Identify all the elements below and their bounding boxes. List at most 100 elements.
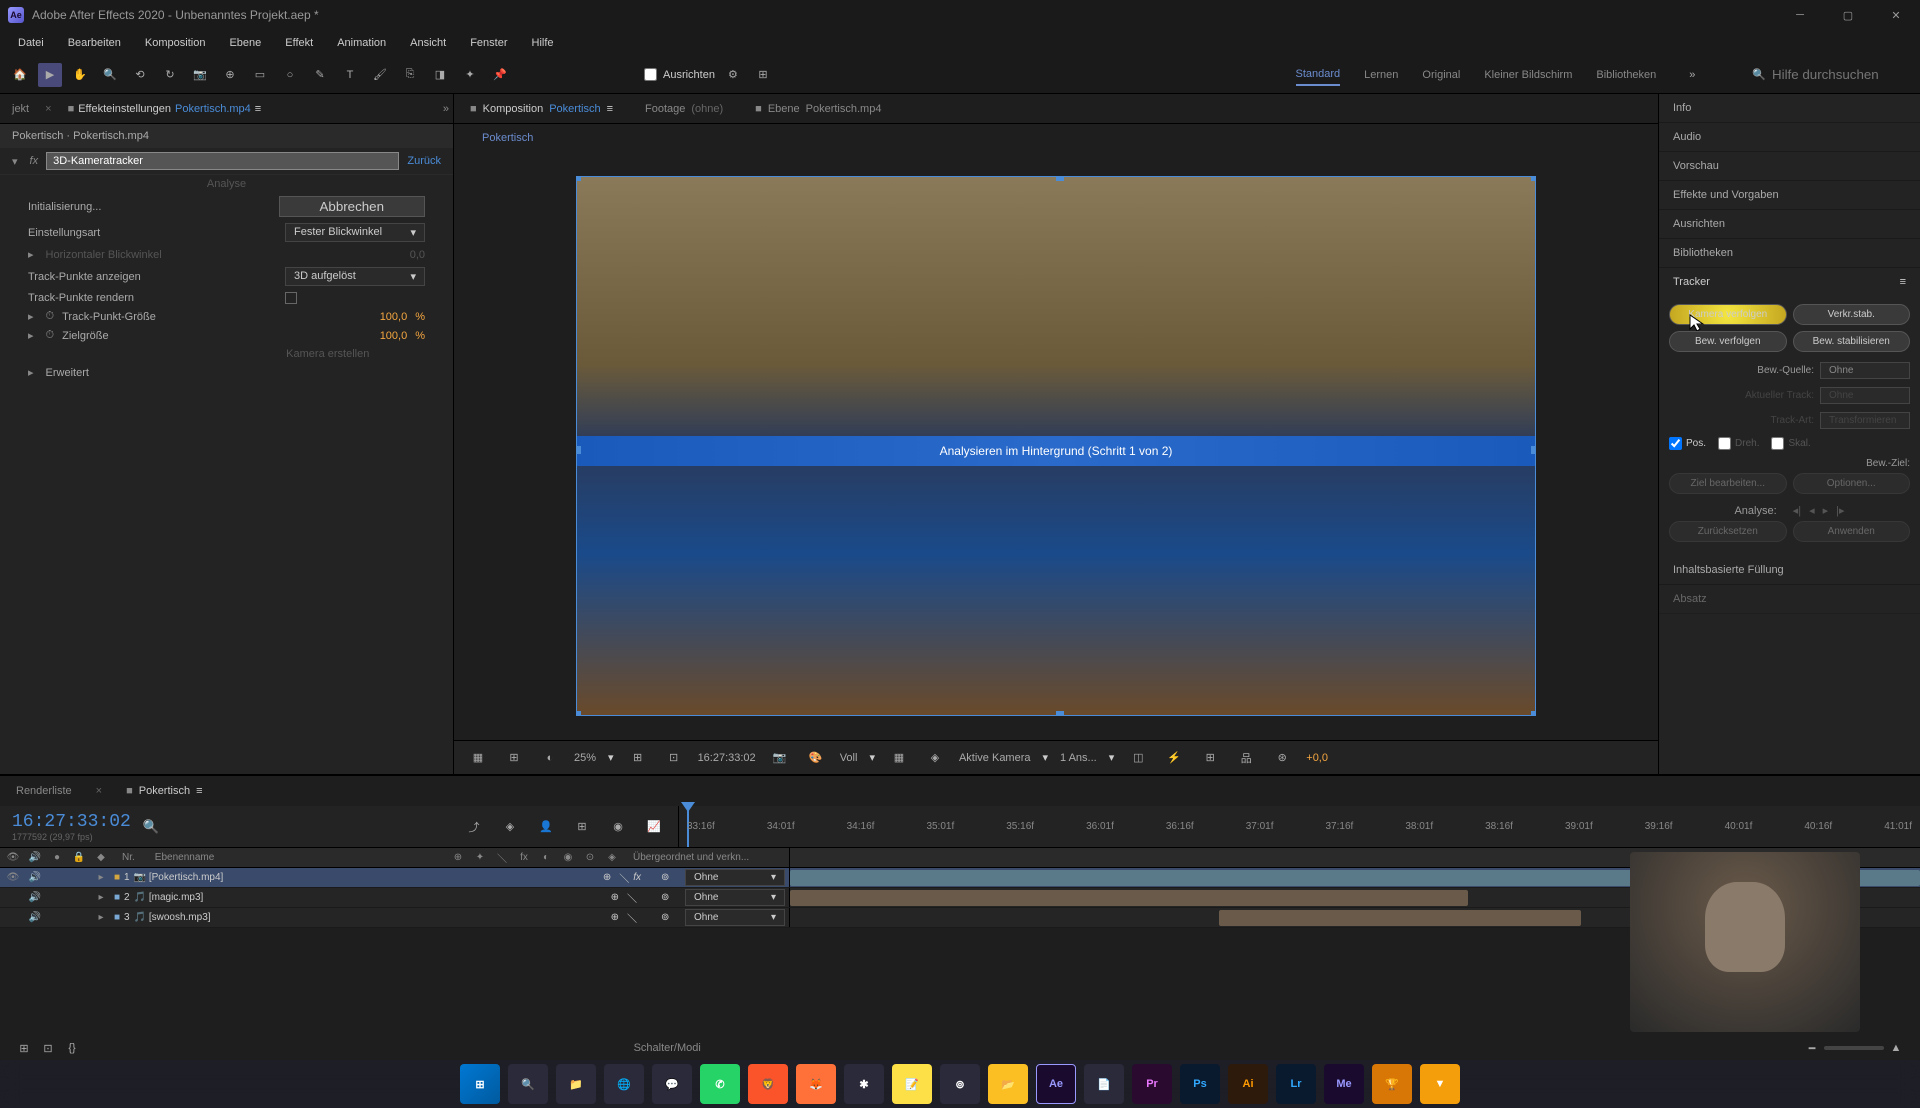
rect-tool[interactable]: ▭ <box>248 63 272 87</box>
tab-close-icon[interactable]: × <box>45 103 51 115</box>
pan-behind-tool[interactable]: ⊕ <box>218 63 242 87</box>
layer-3-audio[interactable]: 🔊 <box>26 912 44 923</box>
layer-2-audio[interactable]: 🔊 <box>26 892 44 903</box>
analyse-back-icon[interactable]: ◂ <box>1809 504 1815 517</box>
text-tool[interactable]: T <box>338 63 362 87</box>
maximize-button[interactable]: ▢ <box>1832 5 1864 25</box>
menu-animation[interactable]: Animation <box>327 33 396 53</box>
orbit-tool[interactable]: ⟲ <box>128 63 152 87</box>
expand-zielgroesse-icon[interactable]: ▸ <box>28 329 34 342</box>
stabilize-motion-button[interactable]: Bew. stabilisieren <box>1793 331 1911 352</box>
camera-dropdown-icon[interactable]: ▾ <box>1043 751 1049 764</box>
effect-name-field[interactable]: 3D-Kameratracker <box>46 152 399 170</box>
ai-taskbar-icon[interactable]: Ai <box>1228 1064 1268 1104</box>
menu-effekt[interactable]: Effekt <box>275 33 323 53</box>
fast-preview-icon[interactable]: ⚡ <box>1162 746 1186 770</box>
hand-tool[interactable]: ✋ <box>68 63 92 87</box>
time-ruler[interactable]: 33:16f 34:01f 34:16f 35:01f 35:16f 36:01… <box>679 806 1920 847</box>
expand-erweitert-icon[interactable]: ▸ <box>28 366 34 379</box>
layer-3-name[interactable]: 🎵 [swoosh.mp3] <box>134 912 607 923</box>
reset-link[interactable]: Zurück <box>407 155 441 167</box>
analyse-forward-icon[interactable]: ▸ <box>1823 504 1829 517</box>
workspace-kleiner[interactable]: Kleiner Bildschirm <box>1484 65 1572 85</box>
firefox-taskbar-icon[interactable]: 🦊 <box>796 1064 836 1104</box>
frame-blend-icon[interactable]: ⊞ <box>570 815 594 839</box>
paragraph-panel[interactable]: Absatz <box>1659 585 1920 614</box>
pen-tool[interactable]: ✎ <box>308 63 332 87</box>
help-search-input[interactable] <box>1772 67 1912 82</box>
layer-1-audio[interactable]: 🔊 <box>26 872 44 883</box>
exposure-reset-icon[interactable]: ⊛ <box>1270 746 1294 770</box>
roto-tool[interactable]: ✦ <box>458 63 482 87</box>
clone-tool[interactable]: ⎘ <box>398 63 422 87</box>
comp-mini-flowchart-icon[interactable]: ⤴ <box>462 815 486 839</box>
trackpunkt-groesse-value[interactable]: 100,0 <box>380 311 408 323</box>
transparency-icon[interactable]: ▦ <box>887 746 911 770</box>
ellipse-tool[interactable]: ○ <box>278 63 302 87</box>
zoom-out-icon[interactable]: ━ <box>1800 1036 1824 1060</box>
draft-3d-icon[interactable]: ◈ <box>498 815 522 839</box>
resolution-icon[interactable]: ⊞ <box>502 746 526 770</box>
analyse-back-step-icon[interactable]: ◂| <box>1793 504 1801 517</box>
app3-taskbar-icon[interactable]: ▼ <box>1420 1064 1460 1104</box>
workspace-standard[interactable]: Standard <box>1296 64 1341 86</box>
track-camera-button[interactable]: Kamera verfolgen <box>1669 304 1787 325</box>
libraries-panel[interactable]: Bibliotheken <box>1659 239 1920 268</box>
close-button[interactable]: ✕ <box>1880 5 1912 25</box>
timeline-timecode[interactable]: 16:27:33:02 <box>12 812 131 832</box>
grid-view-icon[interactable]: ⊞ <box>626 746 650 770</box>
layer-1-name[interactable]: 📷 [Pokertisch.mp4] <box>134 872 599 883</box>
effect-expand-icon[interactable]: ▾ <box>12 155 18 168</box>
zielgroesse-value[interactable]: 100,0 <box>380 330 408 342</box>
quality-select[interactable]: Voll <box>840 752 858 764</box>
expand-trackpunkt-icon[interactable]: ▸ <box>28 310 34 323</box>
switches-modes-label[interactable]: Schalter/Modi <box>634 1042 701 1054</box>
menu-hilfe[interactable]: Hilfe <box>522 33 564 53</box>
snap-options-icon[interactable]: ⚙ <box>721 63 745 87</box>
me-taskbar-icon[interactable]: Me <box>1324 1064 1364 1104</box>
exposure-value[interactable]: +0,0 <box>1306 752 1328 764</box>
snapshot-icon[interactable]: 📷 <box>768 746 792 770</box>
align-panel[interactable]: Ausrichten <box>1659 210 1920 239</box>
brave-taskbar-icon[interactable]: 🦁 <box>748 1064 788 1104</box>
hide-shy-icon[interactable]: 👤 <box>534 815 558 839</box>
minimize-button[interactable]: ─ <box>1784 5 1816 25</box>
toggle-modes-icon[interactable]: ⊡ <box>36 1036 60 1060</box>
app2-taskbar-icon[interactable]: 🏆 <box>1372 1064 1412 1104</box>
pixel-aspect-icon[interactable]: ◫ <box>1126 746 1150 770</box>
menu-fenster[interactable]: Fenster <box>460 33 517 53</box>
obs-taskbar-icon[interactable]: ⊚ <box>940 1064 980 1104</box>
layer-1-parent[interactable]: Ohne▾ <box>685 869 785 886</box>
views-select[interactable]: 1 Ans... <box>1060 752 1097 764</box>
graph-editor-icon[interactable]: 📈 <box>642 815 666 839</box>
trackpunkte-anzeigen-select[interactable]: 3D aufgelöst▾ <box>285 267 425 286</box>
app-taskbar-icon[interactable]: ✱ <box>844 1064 884 1104</box>
effect-controls-tab[interactable]: ■ Effekteinstellungen Pokertisch.mp4 ≡ <box>60 99 270 119</box>
ps-taskbar-icon[interactable]: Ps <box>1180 1064 1220 1104</box>
warp-stabilize-button[interactable]: Verkr.stab. <box>1793 304 1911 325</box>
puppet-tool[interactable]: 📌 <box>488 63 512 87</box>
guides-icon[interactable]: ⊡ <box>662 746 686 770</box>
layer-tab[interactable]: ■ Ebene Pokertisch.mp4 <box>747 99 889 119</box>
whatsapp-taskbar-icon[interactable]: ✆ <box>700 1064 740 1104</box>
trackpunkte-rendern-checkbox[interactable] <box>285 292 297 304</box>
ae-taskbar-icon[interactable]: Ae <box>1036 1064 1076 1104</box>
workspace-original[interactable]: Original <box>1422 65 1460 85</box>
footage-tab[interactable]: Footage (ohne) <box>637 99 731 119</box>
stopwatch-icon-2[interactable]: ⏱ <box>46 329 55 342</box>
effect-source-link[interactable]: Pokertisch.mp4 <box>175 103 251 115</box>
toggle-brackets-icon[interactable]: {} <box>60 1036 84 1060</box>
layer-3-parent[interactable]: Ohne▾ <box>685 909 785 926</box>
mask-icon[interactable]: ◐ <box>538 746 562 770</box>
lr-taskbar-icon[interactable]: Lr <box>1276 1064 1316 1104</box>
layer-2-parent[interactable]: Ohne▾ <box>685 889 785 906</box>
analyse-forward-step-icon[interactable]: |▸ <box>1836 504 1844 517</box>
notepad-taskbar-icon[interactable]: 📄 <box>1084 1064 1124 1104</box>
explorer-taskbar-icon[interactable]: 📁 <box>556 1064 596 1104</box>
motion-blur-icon[interactable]: ◉ <box>606 815 630 839</box>
project-tab-partial[interactable]: jekt <box>4 99 37 119</box>
selection-tool[interactable]: ▶ <box>38 63 62 87</box>
grid-icon[interactable]: ⊞ <box>751 63 775 87</box>
audio-panel[interactable]: Audio <box>1659 123 1920 152</box>
info-panel[interactable]: Info <box>1659 94 1920 123</box>
